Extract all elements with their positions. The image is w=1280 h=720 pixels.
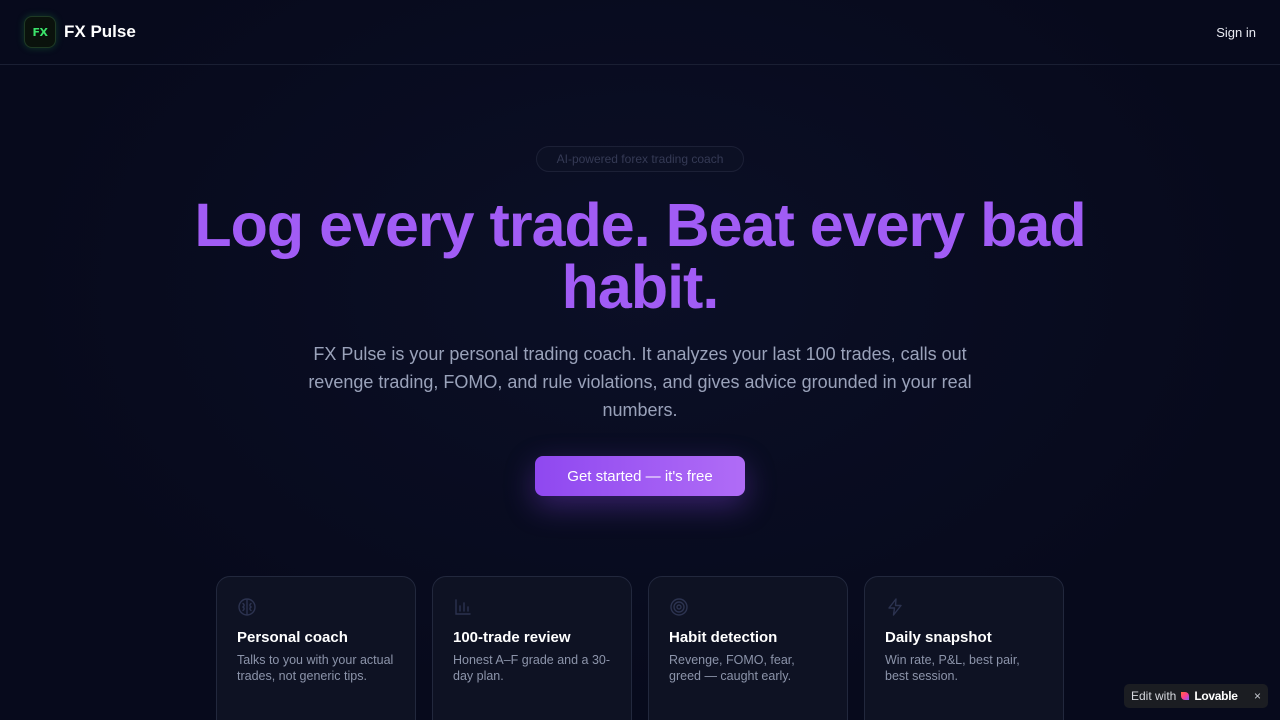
feature-title: Personal coach	[237, 629, 348, 646]
target-icon	[669, 597, 689, 617]
feature-card-personal-coach: Personal coach Talks to you with your ac…	[216, 576, 416, 720]
brand-name: FX Pulse	[64, 22, 136, 41]
feature-text: Honest A–F grade and a 30-day plan.	[453, 653, 611, 683]
brain-icon	[237, 597, 257, 617]
lightning-icon	[885, 597, 905, 617]
feature-text: Win rate, P&L, best pair, best session.	[885, 653, 1020, 683]
lovable-prefix: Edit with	[1131, 689, 1177, 703]
feature-card-habit-detection: Habit detection Revenge, FOMO, fear, gre…	[648, 576, 848, 720]
feature-cards: Personal coach Talks to you with your ac…	[216, 576, 1064, 720]
top-nav: FX FX Pulse Sign in	[0, 0, 1280, 65]
logo-text: FX	[32, 25, 49, 39]
hero-badge: AI-powered forex trading coach	[536, 146, 744, 172]
bar-chart-icon	[453, 597, 473, 617]
feature-card-daily-snapshot: Daily snapshot Win rate, P&L, best pair,…	[864, 576, 1064, 720]
hero-subtitle: FX Pulse is your personal trading coach.…	[308, 344, 972, 420]
feature-title: Habit detection	[669, 629, 778, 646]
hero-headline: Log every trade. Beat every bad habit.	[194, 191, 1086, 321]
feature-text: Revenge, FOMO, fear, greed — caught earl…	[669, 653, 795, 683]
sign-in-button[interactable]: Sign in	[1216, 25, 1256, 40]
feature-title: 100-trade review	[453, 629, 571, 646]
feature-card-trade-review: 100-trade review Honest A–F grade and a …	[432, 576, 632, 720]
lovable-heart-icon	[1181, 692, 1190, 700]
brand[interactable]: FX FX Pulse	[24, 16, 136, 48]
fx-logo-icon: FX	[24, 16, 56, 48]
close-icon[interactable]: ×	[1254, 689, 1261, 703]
landing-page: FX FX Pulse Sign in AI-powered forex tra…	[0, 0, 1280, 720]
feature-text: Talks to you with your actual trades, no…	[237, 653, 394, 683]
lovable-brand: Lovable	[1194, 689, 1238, 703]
feature-title: Daily snapshot	[885, 629, 992, 646]
edit-with-lovable-badge[interactable]: Edit with Lovable ×	[1124, 684, 1268, 708]
get-started-button[interactable]: Get started — it's free	[535, 456, 745, 496]
